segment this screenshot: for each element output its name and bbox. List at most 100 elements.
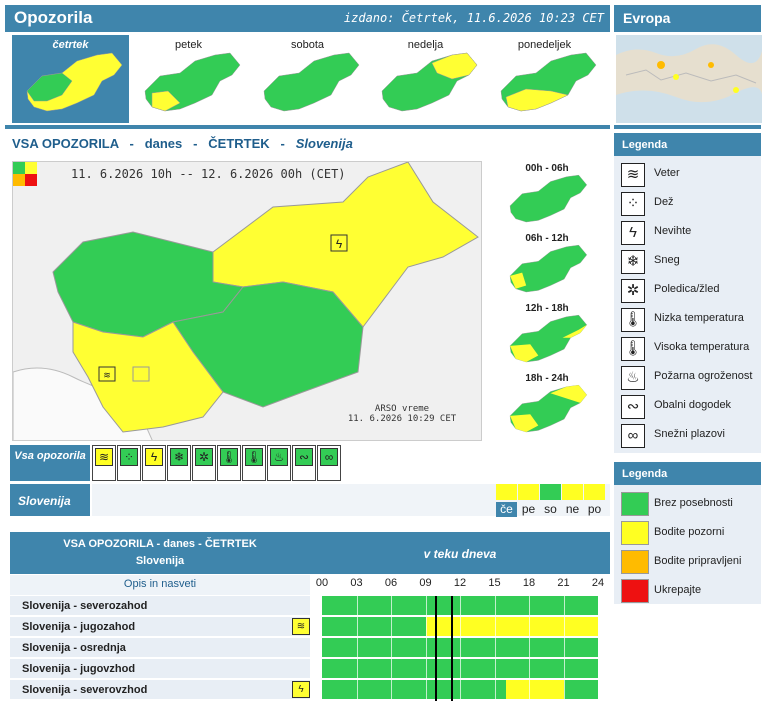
grid-line [391,638,392,659]
time-slot-3[interactable]: 18h - 24h [484,371,610,441]
thunderstorm-icon: ϟ [621,221,645,245]
europe-tab[interactable]: Evropa [614,5,761,32]
coastal-event-icon: ∾ [295,448,313,466]
region-name: Slovenija - severozahod [22,600,148,612]
region-name: Slovenija - jugovzhod [22,663,136,675]
coastal-event-icon: ∾ [621,395,645,419]
table-row[interactable]: Slovenija - jugozahod ≋ [10,617,310,637]
legend-item-label: Visoka temperatura [654,341,750,353]
legend-item-label: Nevihte [654,225,692,237]
day-level-swatch [518,484,539,500]
wind-icon: ≋ [621,163,645,187]
legend-item-label: Nizka temperatura [654,312,744,324]
day-tab-2[interactable]: sobota [249,35,366,123]
legend-item-label: Bodite pozorni [654,526,725,538]
table-row[interactable]: Slovenija - osrednja [10,638,310,658]
page-title: Opozorila [14,8,93,27]
ice-icon: ✲ [195,448,213,466]
day-level-label[interactable]: če [496,502,517,517]
day-level-swatch [562,484,583,500]
grid-line [563,596,565,617]
thunderstorm-icon[interactable]: ϟ [292,681,310,698]
grid-line [356,638,358,659]
grid-line [356,617,358,638]
day-map-thumbnail [263,52,360,112]
hazard-fire[interactable]: ♨ [267,445,291,481]
time-slot-map [509,174,588,223]
color-swatch [621,492,649,516]
table-header-left: VSA OPOZORILA - danes - ČETRTEK Slovenij… [10,532,310,574]
day-tab-1[interactable]: petek [130,35,247,123]
day-level-label[interactable]: pe [518,502,539,517]
time-slot-1[interactable]: 06h - 12h [484,231,610,301]
grid-line [494,638,496,659]
hazard-high-temperature[interactable]: 🌡 [242,445,266,481]
hazard-thunderstorm[interactable]: ϟ [142,445,166,481]
color-swatch [621,579,649,603]
legend-color-item: Bodite pozorni [614,519,761,548]
legend-item-label: Požarna ogroženost [654,370,753,382]
day-level-label[interactable]: so [540,502,561,517]
grid-line [460,680,461,701]
subtitle-dash: - [280,136,285,151]
hazard-snow[interactable]: ❄ [167,445,191,481]
hazard-low-temperature[interactable]: 🌡 [217,445,241,481]
hour-tick: 03 [350,577,363,589]
legend-item-label: Poledica/žled [654,283,720,295]
day-tab-label: ponedeljek [517,39,572,51]
grid-line [356,659,358,680]
table-row[interactable]: Slovenija - severozahod [10,596,310,616]
description-link[interactable]: Opis in nasveti [10,575,310,595]
grid-line [563,659,565,680]
wind-icon: ≋ [95,448,113,466]
map-source: ARSO vreme [374,404,430,414]
grid-line [391,659,392,680]
grid-line [529,680,530,701]
main-warning-map[interactable]: ϟ ≋ 11. 6.2026 10h -- 12. 6.2026 00h (CE… [12,161,482,441]
high-temperature-icon: 🌡 [245,448,263,466]
level-indicator-icon [13,162,37,186]
legend-colors-panel: Legenda Brez posebnosti Bodite pozorni Bod… [614,462,761,604]
day-tab-4[interactable]: ponedeljek [486,35,603,123]
grid-line [425,617,427,638]
grid-line [391,680,392,701]
time-slot-0[interactable]: 00h - 06h [484,161,610,231]
table-header-region: Slovenija [135,555,185,567]
hazard-coastal-event[interactable]: ∾ [292,445,316,481]
wind-icon[interactable]: ≋ [292,618,310,635]
hazard-ice[interactable]: ✲ [192,445,216,481]
region-name: Slovenija - severovzhod [22,684,148,696]
hour-tick: 00 [315,577,329,589]
europe-map[interactable] [616,35,762,123]
table-row[interactable]: Slovenija - jugovzhod [10,659,310,679]
grid-line [460,596,461,617]
legend-item-label: Snežni plazovi [654,428,725,440]
hour-tick: 06 [384,577,398,589]
legend-item: ♨ Požarna ogroženost [614,363,761,392]
day-map-thumbnail [26,52,123,112]
day-level-label[interactable]: ne [562,502,583,517]
thunderstorm-icon: ϟ [145,448,163,466]
subtitle-dash: - [129,136,134,151]
grid-line [529,617,530,638]
current-time-marker [434,596,437,701]
day-level-label[interactable]: po [584,502,605,517]
separator [614,125,761,129]
header-bar: Opozorila izdano: Četrtek, 11.6.2026 10:… [5,5,610,32]
hazard-rain[interactable]: ⁘ [117,445,141,481]
region-name: Slovenija - jugozahod [22,621,136,633]
grid-line [494,596,496,617]
legend-item-label: Brez posebnosti [654,497,733,509]
hour-tick: 09 [419,577,432,589]
legend-item: 🌡 Visoka temperatura [614,334,761,363]
time-slot-2[interactable]: 12h - 18h [484,301,610,371]
legend-icons-panel: Legenda ≋ Veter ⁘ Dež ϟ Nevihte ❄ Sneg ✲ Poledica… [614,133,761,453]
hour-tick: 21 [557,577,570,589]
hour-tick: 24 [591,577,605,589]
table-row[interactable]: Slovenija - severovzhod ϟ [10,680,310,700]
avalanche-icon: ∞ [320,448,338,466]
hazard-avalanche[interactable]: ∞ [317,445,341,481]
day-tab-0[interactable]: četrtek [12,35,129,123]
day-tab-3[interactable]: nedelja [367,35,484,123]
hazard-wind[interactable]: ≋ [92,445,116,481]
